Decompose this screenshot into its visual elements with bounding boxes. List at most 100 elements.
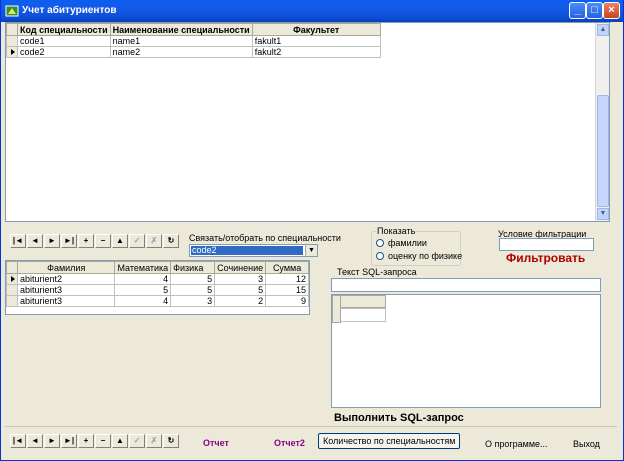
filter-condition-input[interactable] [499,238,594,251]
cell-sum[interactable]: 15 [265,284,309,296]
sql-label: Текст SQL-запроса [337,267,417,277]
execute-sql-button[interactable]: Выполнить SQL-запрос [334,412,464,424]
insert-record-button[interactable]: + [78,434,94,448]
prior-record-button[interactable]: ◄ [27,434,43,448]
column-header[interactable]: Факультет [251,23,381,36]
column-header[interactable]: Математика [114,261,172,274]
column-header[interactable]: Фамилия [16,261,116,274]
radio-surname[interactable] [376,239,384,247]
table-row[interactable]: code1 name1 fakult1 [6,35,381,47]
cell-essay[interactable]: 5 [214,284,267,296]
specialties-table: Код специальности Наименование специальн… [6,23,381,58]
refresh-records-button[interactable]: ↻ [163,434,179,448]
delete-record-button[interactable]: − [95,234,111,248]
last-record-button[interactable]: ►| [61,434,77,448]
cell-physics[interactable]: 3 [170,295,216,307]
cell-math[interactable]: 4 [114,273,172,285]
cell-physics[interactable]: 5 [170,273,216,285]
cell-physics[interactable]: 5 [170,284,216,296]
specialty-select[interactable]: code2 ▼ [189,244,318,257]
sql-result-indicator [332,295,341,323]
cell-sum[interactable]: 9 [265,295,309,307]
scroll-up-icon[interactable]: ▲ [597,24,609,36]
cell-math[interactable]: 5 [114,284,172,296]
cell-sum[interactable]: 12 [265,273,309,285]
close-icon: × [608,4,615,16]
row-indicator [6,35,18,47]
next-record-button[interactable]: ► [44,434,60,448]
dropdown-arrow-icon[interactable]: ▼ [305,245,317,256]
next-record-button[interactable]: ► [44,234,60,248]
column-header[interactable]: Сумма [265,261,309,274]
show-group: Показать фамилии оценку по физике [371,226,463,266]
scroll-thumb[interactable] [597,95,609,207]
navigator-bottom: |◄ ◄ ► ►| + − ▲ ✓ ✗ ↻ [10,434,180,448]
post-record-button[interactable]: ✓ [129,234,145,248]
app-icon [5,5,19,17]
specialties-grid[interactable]: Код специальности Наименование специальн… [5,22,610,222]
radio-physics-label: оценку по физике [388,251,463,261]
column-header[interactable]: Код специальности [17,23,111,36]
specialty-select-value: code2 [191,246,303,255]
sql-input[interactable] [331,278,601,292]
sql-result-empty-table [332,295,386,323]
column-header[interactable]: Сочинение [214,261,267,274]
column-header[interactable]: Наименование специальности [109,23,253,36]
post-record-button[interactable]: ✓ [129,434,145,448]
cell-code[interactable]: code2 [17,46,111,58]
cell-name[interactable]: name2 [109,46,253,58]
about-button[interactable]: О программе... [485,439,548,449]
table-row[interactable]: abiturient2 4 5 3 12 [6,273,309,285]
cancel-record-button[interactable]: ✗ [146,434,162,448]
title-bar[interactable]: Учет абитуриентов _ □ × [1,0,623,22]
sql-result-grid[interactable] [331,294,601,408]
cell-surname[interactable]: abiturient3 [16,284,116,296]
close-button[interactable]: × [603,2,620,19]
cell-essay[interactable]: 3 [214,273,267,285]
table-row[interactable]: abiturient3 5 5 5 15 [6,284,309,296]
insert-record-button[interactable]: + [78,234,94,248]
exit-button[interactable]: Выход [573,439,600,449]
first-record-button[interactable]: |◄ [10,434,26,448]
cell-faculty[interactable]: fakult1 [251,35,381,47]
edit-record-button[interactable]: ▲ [112,434,128,448]
cell-math[interactable]: 4 [114,295,172,307]
cancel-record-button[interactable]: ✗ [146,234,162,248]
cell-faculty[interactable]: fakult2 [251,46,381,58]
scroll-down-icon[interactable]: ▼ [597,208,609,220]
bottom-bar: |◄ ◄ ► ►| + − ▲ ✓ ✗ ↻ Отчет Отчет2 Колич… [5,426,617,456]
indicator-header [6,261,18,274]
report2-button[interactable]: Отчет2 [274,438,305,448]
cell-surname[interactable]: abiturient3 [16,295,116,307]
window-title: Учет абитуриентов [22,5,117,16]
count-by-specialty-button[interactable]: Количество по специальностям [318,433,461,449]
table-row[interactable]: abiturient3 4 3 2 9 [6,295,309,307]
refresh-records-button[interactable]: ↻ [163,234,179,248]
cell-surname[interactable]: abiturient2 [16,273,116,285]
delete-record-button[interactable]: − [95,434,111,448]
cell-code[interactable]: code1 [17,35,111,47]
column-header[interactable]: Физика [170,261,216,274]
navigator-top: |◄ ◄ ► ►| + − ▲ ✓ ✗ ↻ [10,234,180,248]
edit-record-button[interactable]: ▲ [112,234,128,248]
show-group-title: Показать [376,226,417,236]
radio-physics-score[interactable] [376,252,384,260]
row-indicator [6,295,18,307]
row-indicator-icon [11,49,15,55]
cell-essay[interactable]: 2 [214,295,267,307]
prior-record-button[interactable]: ◄ [27,234,43,248]
cell-name[interactable]: name1 [109,35,253,47]
radio-surname-label: фамилии [388,238,427,248]
row-indicator [6,46,18,58]
main-window: Учет абитуриентов _ □ × Код специальност… [0,0,624,461]
applicants-grid[interactable]: Фамилия Математика Физика Сочинение Сумм… [5,260,310,315]
vertical-scrollbar[interactable]: ▲ ▼ [595,23,609,221]
maximize-button[interactable]: □ [586,2,603,19]
maximize-icon: □ [591,4,598,16]
first-record-button[interactable]: |◄ [10,234,26,248]
minimize-button[interactable]: _ [569,2,586,19]
filter-button[interactable]: Фильтровать [506,251,585,265]
last-record-button[interactable]: ►| [61,234,77,248]
report-button[interactable]: Отчет [203,438,229,448]
table-row[interactable]: code2 name2 fakult2 [6,46,381,58]
